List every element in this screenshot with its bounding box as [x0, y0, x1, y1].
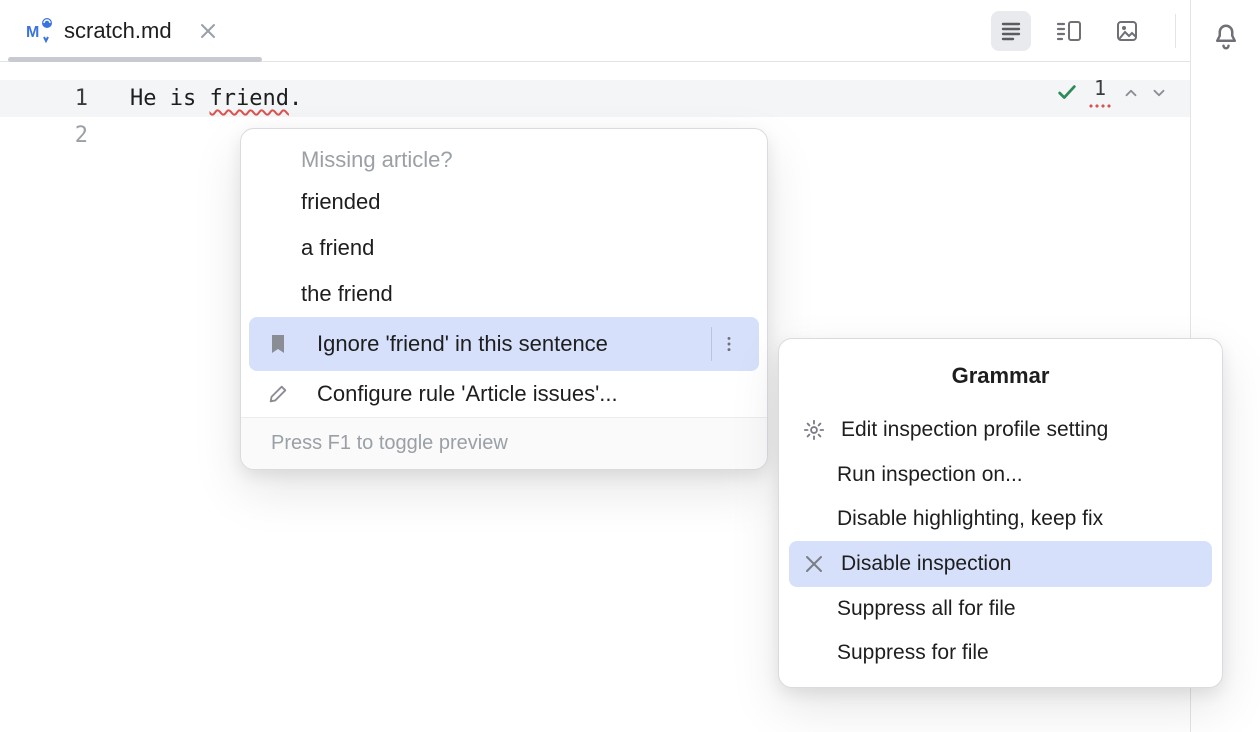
grammar-error-word[interactable]: friend	[209, 86, 288, 111]
edit-inspection-profile-item[interactable]: Edit inspection profile setting	[779, 407, 1222, 453]
menu-label: Edit inspection profile setting	[841, 418, 1108, 442]
suggestion-label: the friend	[301, 281, 393, 307]
run-inspection-item[interactable]: Run inspection on...	[779, 453, 1222, 497]
file-tab[interactable]: M scratch.md	[8, 0, 232, 61]
tab-close-icon[interactable]	[200, 23, 216, 39]
ignore-label: Ignore 'friend' in this sentence	[317, 331, 608, 357]
configure-label: Configure rule 'Article issues'...	[317, 381, 618, 407]
kebab-icon	[721, 336, 737, 352]
lines-icon	[999, 19, 1023, 43]
code-text: .	[289, 86, 302, 111]
squiggle-mini-icon	[1088, 103, 1112, 109]
suggestion-item[interactable]: the friend	[241, 271, 767, 317]
suggestion-label: a friend	[301, 235, 374, 261]
grammar-submenu-title: Grammar	[779, 347, 1222, 407]
chevron-up-icon	[1122, 84, 1140, 102]
gear-icon	[801, 417, 827, 443]
preview-view-button[interactable]	[1107, 11, 1147, 51]
menu-label: Suppress all for file	[837, 597, 1016, 621]
bell-icon	[1211, 22, 1241, 52]
intention-popup-footer: Press F1 to toggle preview	[241, 417, 767, 469]
submenu-indicator[interactable]	[711, 327, 745, 361]
gutter: 1 2	[0, 62, 130, 732]
menu-label: Disable inspection	[841, 552, 1011, 576]
tab-bar: M scratch.md	[0, 0, 1260, 62]
suppress-for-file-item[interactable]: Suppress for file	[779, 631, 1222, 675]
next-highlight-button[interactable]	[1150, 84, 1168, 102]
ignore-item[interactable]: Ignore 'friend' in this sentence	[241, 317, 767, 371]
intention-popup-title: Missing article?	[241, 129, 767, 179]
menu-label: Disable highlighting, keep fix	[837, 507, 1103, 531]
bookmark-icon	[265, 331, 291, 357]
suppress-all-item[interactable]: Suppress all for file	[779, 587, 1222, 631]
menu-label: Suppress for file	[837, 641, 989, 665]
split-pane-icon	[1056, 19, 1082, 43]
pencil-icon	[265, 381, 291, 407]
tab-filename: scratch.md	[64, 18, 172, 44]
intention-popup: Missing article? friended a friend the f…	[240, 128, 768, 470]
prev-highlight-button[interactable]	[1122, 84, 1140, 102]
split-view-button[interactable]	[1049, 11, 1089, 51]
inspection-indicator[interactable]: 1	[1056, 76, 1168, 109]
grammar-submenu: Grammar Edit inspection profile setting …	[778, 338, 1223, 688]
editor-only-view-button[interactable]	[991, 11, 1031, 51]
disable-inspection-item[interactable]: Disable inspection	[779, 541, 1222, 587]
inspection-count: 1	[1094, 76, 1106, 100]
suggestion-label: friended	[301, 189, 381, 215]
chevron-down-icon	[1150, 84, 1168, 102]
configure-rule-item[interactable]: Configure rule 'Article issues'...	[241, 371, 767, 417]
suggestion-item[interactable]: a friend	[241, 225, 767, 271]
gutter-line-number: 1	[0, 80, 130, 117]
code-line[interactable]: He is friend.	[130, 80, 1190, 117]
svg-text:M: M	[26, 24, 39, 41]
gutter-line-number: 2	[0, 117, 130, 154]
disable-highlighting-item[interactable]: Disable highlighting, keep fix	[779, 497, 1222, 541]
image-preview-icon	[1115, 19, 1139, 43]
separator	[1175, 14, 1176, 48]
menu-label: Run inspection on...	[837, 463, 1023, 487]
check-icon	[1056, 82, 1078, 104]
close-icon	[801, 551, 827, 577]
markdown-file-icon: M	[26, 17, 54, 45]
suggestion-item[interactable]: friended	[241, 179, 767, 225]
code-text: He is	[130, 86, 209, 111]
